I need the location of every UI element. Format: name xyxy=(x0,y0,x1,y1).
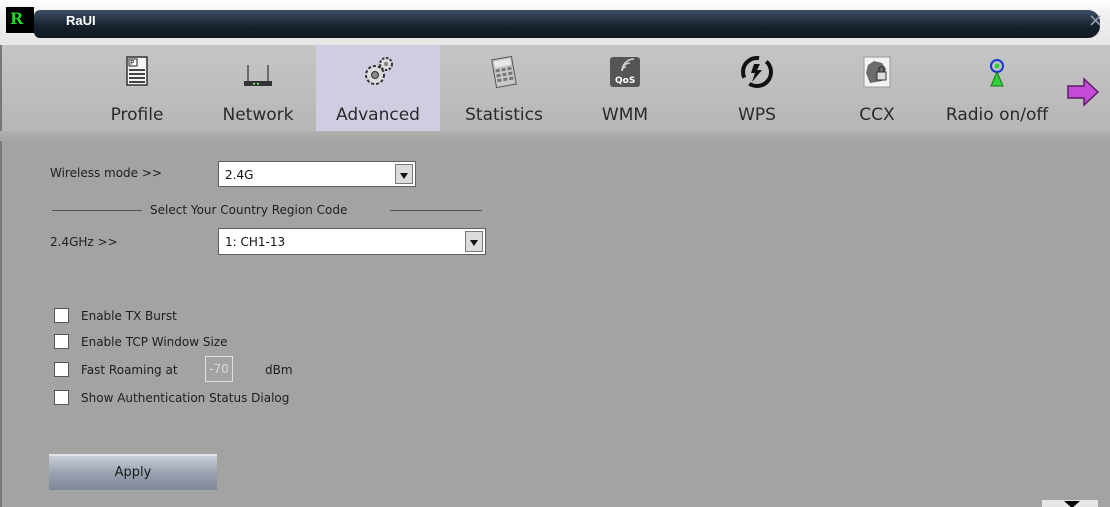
roaming-unit-label: dBm xyxy=(265,363,293,377)
wps-icon xyxy=(741,56,773,88)
country-region-select[interactable]: 1: CH1-13 xyxy=(218,228,486,255)
tab-statistics-label: Statistics xyxy=(465,105,543,125)
svg-text:P: P xyxy=(130,59,134,67)
tab-advanced-label: Advanced xyxy=(336,105,420,125)
tab-ccx[interactable]: CCX xyxy=(822,45,932,131)
tab-advanced[interactable]: Advanced xyxy=(316,45,440,131)
tab-statistics[interactable]: Statistics xyxy=(442,45,566,131)
wireless-mode-label: Wireless mode >> xyxy=(50,166,162,180)
ralink-logo-icon: R xyxy=(6,7,34,33)
qos-icon: QoS xyxy=(610,57,640,87)
network-router-icon xyxy=(244,65,272,86)
fast-roaming-threshold-input[interactable]: -70 xyxy=(205,356,233,382)
wireless-mode-select[interactable]: 2.4G xyxy=(218,161,416,187)
title-bar-background xyxy=(34,10,1100,38)
tx-burst-label: Enable TX Burst xyxy=(81,309,177,323)
tab-radio-onoff[interactable]: Radio on/off xyxy=(932,45,1062,131)
section-divider-left xyxy=(52,210,142,211)
band-label: 2.4GHz >> xyxy=(50,235,118,249)
title-bar[interactable]: R RaUI × xyxy=(0,0,1110,45)
profile-document-icon: P xyxy=(126,56,148,86)
qos-badge: QoS xyxy=(615,76,635,86)
country-region-section-title: Select Your Country Region Code xyxy=(150,203,348,217)
window-title: RaUI xyxy=(66,13,96,28)
main-toolbar: P Profile Network Advanced Statistics Qo… xyxy=(0,45,1110,131)
auth-status-checkbox[interactable] xyxy=(54,390,69,405)
tx-burst-checkbox[interactable] xyxy=(54,308,69,323)
tab-network[interactable]: Network xyxy=(202,45,314,131)
chevron-down-icon[interactable] xyxy=(395,164,413,184)
close-button[interactable]: × xyxy=(1088,11,1103,31)
fast-roaming-checkbox[interactable] xyxy=(54,362,69,377)
logo-letter: R xyxy=(10,9,24,28)
apply-button[interactable]: Apply xyxy=(49,454,217,490)
chevron-down-icon[interactable] xyxy=(465,231,483,252)
next-arrow-icon[interactable] xyxy=(1066,77,1100,107)
section-divider-right xyxy=(390,210,482,211)
radio-antenna-icon xyxy=(990,59,1004,87)
calculator-icon xyxy=(491,55,517,89)
tab-network-label: Network xyxy=(222,105,294,125)
tab-wps-label: WPS xyxy=(738,105,776,125)
scroll-down-arrow-icon[interactable] xyxy=(1042,500,1098,507)
tab-wmm-label: WMM xyxy=(601,105,649,125)
tab-profile-label: Profile xyxy=(110,105,164,125)
tab-radio-onoff-label: Radio on/off xyxy=(945,105,1049,125)
tcp-window-checkbox[interactable] xyxy=(54,334,69,349)
auth-status-label: Show Authentication Status Dialog xyxy=(81,391,290,405)
tab-wps[interactable]: WPS xyxy=(702,45,812,131)
wireless-mode-value: 2.4G xyxy=(225,168,254,182)
tcp-window-label: Enable TCP Window Size xyxy=(81,335,228,349)
ccx-lock-icon xyxy=(863,56,891,88)
tab-ccx-label: CCX xyxy=(859,105,895,125)
tab-wmm[interactable]: QoS WMM xyxy=(570,45,680,131)
fast-roaming-label: Fast Roaming at xyxy=(81,363,178,377)
tab-profile[interactable]: P Profile xyxy=(72,45,202,131)
raui-window: R RaUI × P Profile Network Advanced Stat… xyxy=(0,0,1110,507)
advanced-settings-panel: Wireless mode >> 2.4G Select Your Countr… xyxy=(0,141,1110,507)
gears-icon xyxy=(365,57,393,85)
country-region-value: 1: CH1-13 xyxy=(225,235,286,249)
toolbar-bottom-shade xyxy=(0,131,1110,141)
